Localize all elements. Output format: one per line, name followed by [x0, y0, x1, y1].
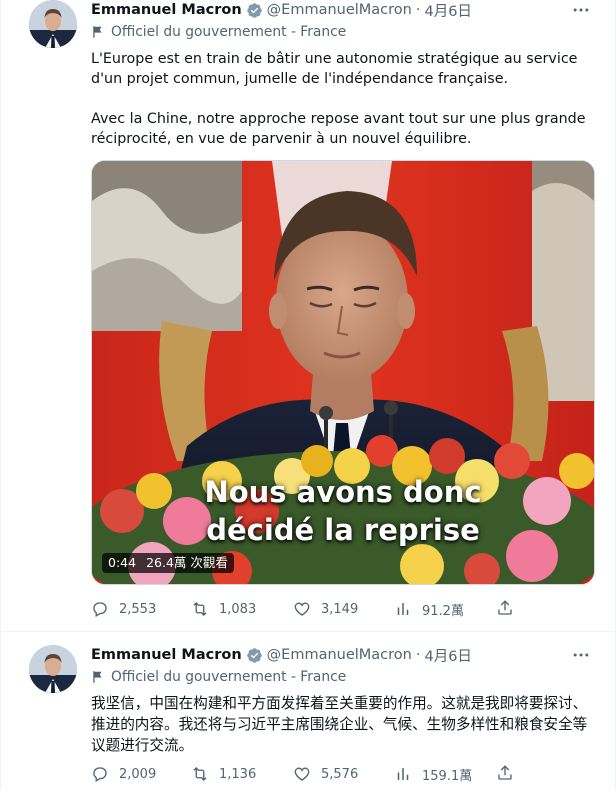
affiliation-text: Officiel du gouvernement - France: [111, 669, 347, 685]
views-count: 91.2萬: [422, 603, 464, 619]
retweet-icon: [193, 767, 207, 781]
reply-icon: [93, 602, 107, 617]
share-icon[interactable]: [496, 599, 514, 617]
video-stats: 0:44 26.4萬 次觀看: [102, 553, 234, 573]
video-caption-line-2: décidé la reprise: [206, 513, 480, 547]
author-handle[interactable]: @EmmanuelMacron: [267, 2, 412, 18]
retweet-count: 1,083: [219, 601, 257, 617]
share-icon[interactable]: [496, 764, 514, 782]
flag-icon: [93, 26, 102, 38]
tweet-paragraph: Avec la Chine, notre approche repose ava…: [91, 111, 586, 147]
views-button[interactable]: 159.1萬: [394, 764, 472, 784]
timeline: Emmanuel Macron @EmmanuelMacron · 4月6日 O…: [0, 0, 616, 790]
retweet-count: 1,136: [219, 766, 257, 782]
views-count: 159.1萬: [422, 768, 473, 784]
video-caption-line-1: Nous avons donc: [204, 475, 482, 509]
verified-badge-icon: [246, 2, 262, 18]
separator: ·: [415, 647, 421, 663]
views-button[interactable]: 91.2萬: [394, 599, 464, 619]
tweet-actions: 2,009 1,136 5,576 159.1萬: [91, 764, 531, 784]
like-button[interactable]: 5,576: [293, 764, 358, 784]
tweet-date[interactable]: 4月6日: [424, 0, 471, 21]
author-name[interactable]: Emmanuel Macron: [91, 647, 242, 663]
more-icon[interactable]: [571, 0, 591, 20]
retweet-icon: [193, 602, 207, 616]
like-icon: [294, 602, 310, 616]
retweet-button[interactable]: 1,083: [191, 599, 256, 619]
video-duration: 0:44: [108, 555, 137, 570]
like-count: 3,149: [321, 601, 359, 617]
affiliation-label: Officiel du gouvernement - France: [91, 669, 346, 685]
views-icon: [397, 768, 409, 780]
avatar[interactable]: [29, 645, 77, 693]
tweet-date[interactable]: 4月6日: [424, 645, 471, 666]
reply-button[interactable]: 2,553: [91, 599, 156, 619]
views-icon: [397, 603, 409, 615]
tweet-divider: [1, 631, 615, 632]
separator: ·: [415, 2, 421, 18]
more-icon[interactable]: [571, 645, 591, 665]
affiliation-label: Officiel du gouvernement - France: [91, 24, 346, 40]
tweet-text: 我坚信，中国在构建和平方面发挥着至关重要的作用。这就是我即将要探讨、推进的内容。…: [91, 693, 591, 756]
like-button[interactable]: 3,149: [293, 599, 358, 619]
like-icon: [294, 767, 310, 781]
avatar[interactable]: [29, 0, 77, 48]
tweet-actions: 2,553 1,083 3,149 91.2萬: [91, 599, 531, 619]
verified-badge-icon: [246, 647, 262, 663]
reply-button[interactable]: 2,009: [91, 764, 156, 784]
affiliation-text: Officiel du gouvernement - France: [111, 24, 347, 40]
flag-icon: [93, 671, 102, 683]
tweet-1[interactable]: Emmanuel Macron @EmmanuelMacron · 4月6日 O…: [1, 0, 615, 630]
tweet-paragraph: L'Europe est en train de bâtir une auton…: [91, 51, 578, 87]
author-name[interactable]: Emmanuel Macron: [91, 2, 242, 18]
reply-count: 2,009: [119, 766, 157, 782]
reply-icon: [93, 767, 107, 782]
like-count: 5,576: [321, 766, 359, 782]
tweet-text: L'Europe est en train de bâtir une auton…: [91, 49, 591, 149]
video-player[interactable]: Nous avons donc décidé la reprise 0:44 26…: [91, 160, 595, 585]
tweet-paragraph: 我坚信，中国在构建和平方面发挥着至关重要的作用。这就是我即将要探讨、推进的内容。…: [91, 695, 588, 754]
video-views: 26.4萬 次觀看: [146, 555, 228, 570]
tweet-2[interactable]: Emmanuel Macron @EmmanuelMacron · 4月6日 O…: [1, 645, 615, 790]
author-handle[interactable]: @EmmanuelMacron: [267, 647, 412, 663]
retweet-button[interactable]: 1,136: [191, 764, 256, 784]
reply-count: 2,553: [119, 601, 157, 617]
